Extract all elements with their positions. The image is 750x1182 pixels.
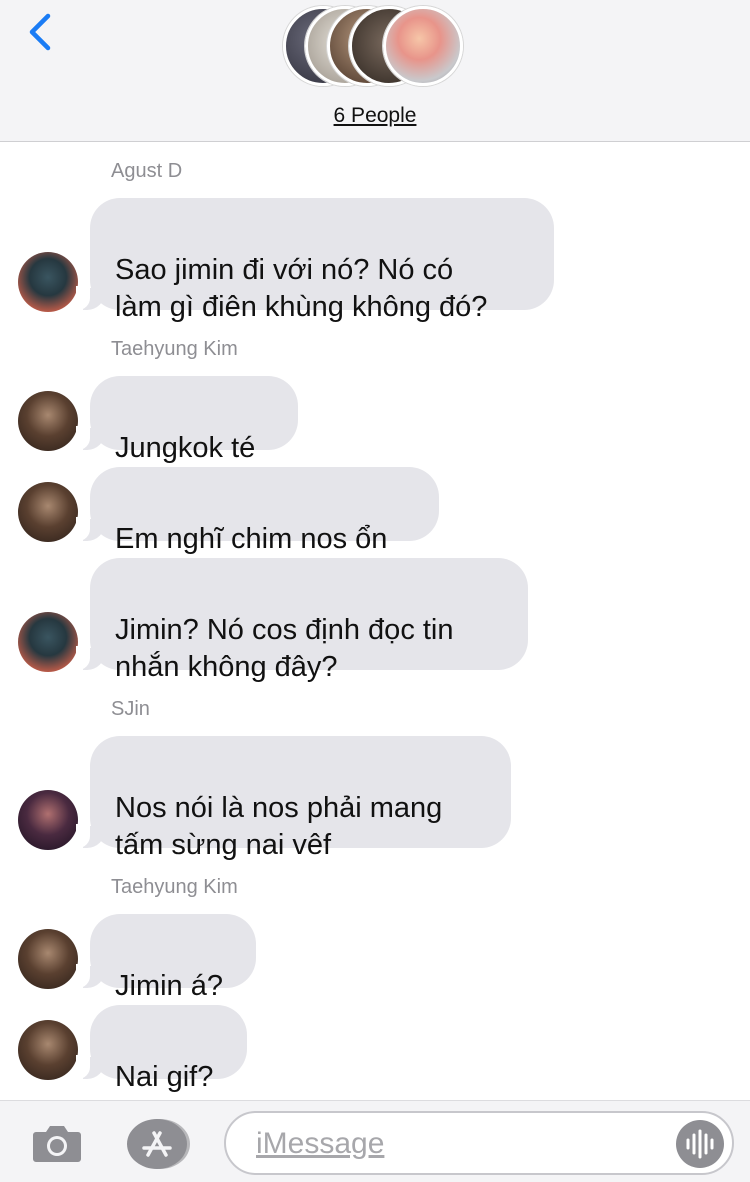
message-text: Nos nói là nos phải mang tấm sừng nai vê…	[115, 792, 443, 861]
message-bubble[interactable]: Jimin á?	[76, 914, 256, 1002]
message-text: Em nghĩ chim nos ổn	[115, 523, 388, 555]
group-avatar-stack[interactable]	[283, 6, 468, 90]
sender-avatar-sjin[interactable]	[18, 790, 78, 850]
message-text: Jungkok té	[115, 432, 256, 464]
back-button[interactable]	[22, 10, 62, 54]
camera-icon	[33, 1126, 81, 1162]
group-name-link[interactable]: 6 People	[0, 104, 750, 128]
message-text: Jimin? Nó cos định đọc tin nhắn không đâ…	[115, 614, 454, 683]
sender-label: Taehyung Kim	[111, 876, 238, 898]
sender-avatar-agust-d[interactable]	[18, 252, 78, 312]
message-text: Nai gif?	[115, 1061, 214, 1093]
app-store-icon	[127, 1119, 190, 1169]
message-bubble[interactable]: Jimin? Nó cos định đọc tin nhắn không đâ…	[76, 558, 528, 683]
sender-label: Taehyung Kim	[111, 338, 238, 360]
sender-avatar-taehyung[interactable]	[18, 482, 78, 542]
message-bubble[interactable]: Nos nói là nos phải mang tấm sừng nai vê…	[76, 736, 511, 861]
message-input-placeholder: iMessage	[256, 1127, 385, 1160]
sender-avatar-agust-d[interactable]	[18, 612, 78, 672]
waveform-icon	[676, 1120, 724, 1168]
sender-label: Agust D	[111, 160, 183, 182]
message-bubble[interactable]: Nai gif?	[76, 1005, 247, 1093]
message-text: Sao jimin đi với nó? Nó có làm gì điên k…	[115, 254, 488, 323]
conversation-header: 6 People	[0, 0, 750, 142]
camera-button[interactable]	[32, 1122, 82, 1164]
sender-label: SJin	[111, 698, 150, 720]
group-member-avatar	[383, 6, 463, 86]
chevron-left-icon	[29, 13, 51, 51]
message-bubble[interactable]: Sao jimin đi với nó? Nó có làm gì điên k…	[76, 198, 554, 323]
audio-message-button[interactable]	[676, 1120, 724, 1168]
sender-avatar-taehyung[interactable]	[18, 391, 78, 451]
message-bubble[interactable]: Em nghĩ chim nos ổn	[76, 467, 439, 555]
message-bubble[interactable]: Jungkok té	[76, 376, 298, 464]
app-store-button[interactable]	[126, 1118, 190, 1170]
sender-avatar-taehyung[interactable]	[18, 1020, 78, 1080]
message-input[interactable]: iMessage	[224, 1111, 734, 1175]
composer-bar: iMessage	[0, 1100, 750, 1182]
message-text: Jimin á?	[115, 970, 223, 1002]
sender-avatar-taehyung[interactable]	[18, 929, 78, 989]
